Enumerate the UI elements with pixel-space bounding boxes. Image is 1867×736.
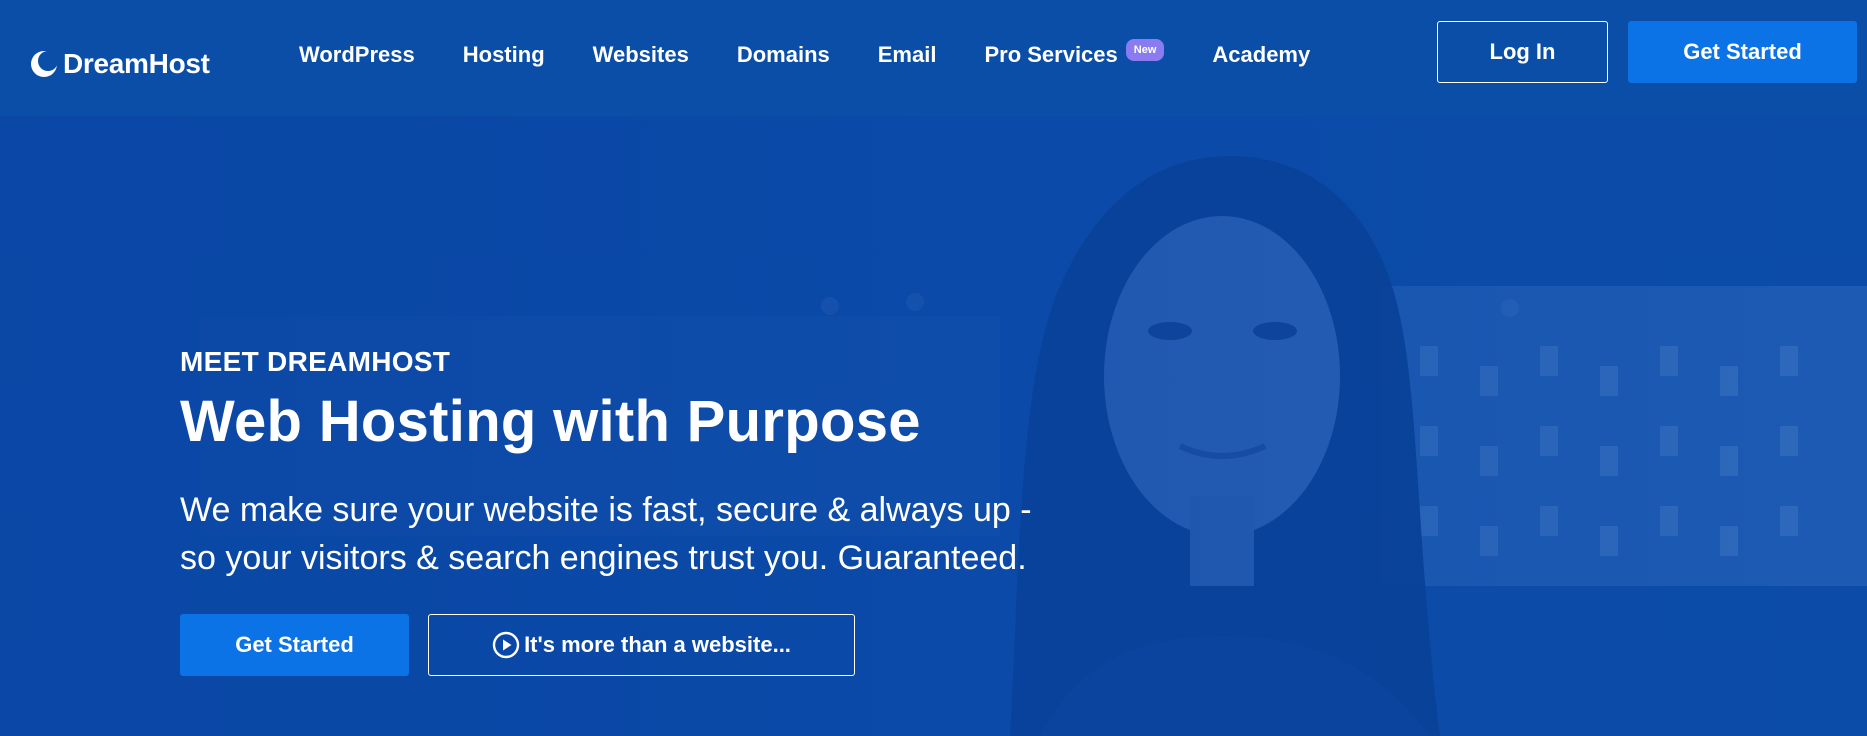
- nav-item-label: Academy: [1212, 42, 1311, 67]
- new-badge: New: [1125, 39, 1165, 61]
- hero-subline-line-1: We make sure your website is fast, secur…: [180, 491, 1032, 529]
- hero-section: MEET DREAMHOST Web Hosting with Purpose …: [0, 116, 1867, 736]
- hero-subline-line-2: so your visitors & search engines trust …: [180, 539, 1027, 577]
- nav-item-label: Email: [877, 42, 937, 67]
- watch-video-button[interactable]: It's more than a website...: [428, 614, 855, 676]
- play-circle-icon: [492, 631, 520, 659]
- site-header: DreamHost WordPress Hosting Websites Dom…: [0, 0, 1867, 116]
- hero-eyebrow: MEET DREAMHOST: [180, 346, 451, 377]
- hero-headline: Web Hosting with Purpose: [180, 389, 921, 454]
- nav-item-academy[interactable]: Academy: [1212, 42, 1310, 68]
- dreamhost-logo[interactable]: DreamHost: [29, 48, 210, 80]
- hero-get-started-button[interactable]: Get Started: [180, 614, 409, 676]
- nav-item-domains[interactable]: Domains: [737, 42, 830, 68]
- nav-item-label: Hosting: [462, 42, 545, 67]
- hero-subline: We make sure your website is fast, secur…: [180, 486, 1180, 582]
- nav-item-hosting[interactable]: Hosting: [463, 42, 545, 68]
- header-get-started-button[interactable]: Get Started: [1628, 21, 1857, 83]
- nav-item-wordpress[interactable]: WordPress: [299, 42, 415, 68]
- watch-video-label: It's more than a website...: [524, 632, 791, 657]
- nav-item-label: Websites: [592, 42, 689, 67]
- nav-item-label: Domains: [736, 42, 830, 67]
- nav-item-email[interactable]: Email: [878, 42, 937, 68]
- nav-item-label: Pro Services: [984, 42, 1118, 67]
- brand-name: DreamHost: [63, 48, 210, 79]
- main-nav: WordPress Hosting Websites Domains Email…: [299, 39, 1310, 68]
- dreamhost-moon-logo-icon: [31, 51, 58, 77]
- page: DreamHost WordPress Hosting Websites Dom…: [0, 0, 1867, 736]
- nav-item-pro-services[interactable]: Pro Services New: [984, 39, 1165, 68]
- login-button[interactable]: Log In: [1437, 21, 1608, 83]
- nav-item-websites[interactable]: Websites: [593, 42, 689, 68]
- nav-item-label: WordPress: [299, 42, 415, 67]
